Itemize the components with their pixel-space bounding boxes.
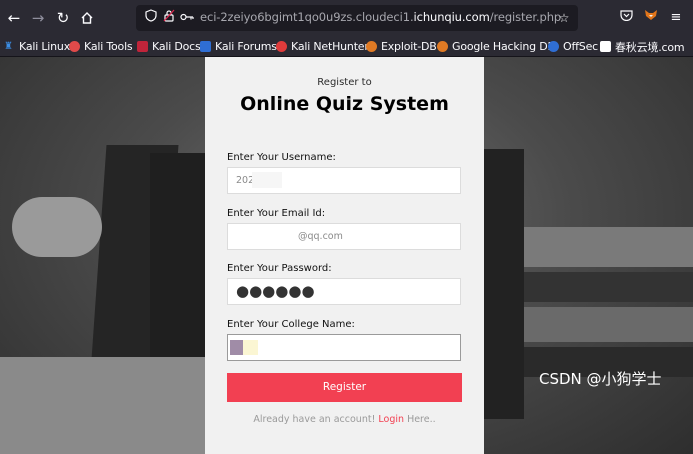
chunqiu-icon [600,41,611,52]
forward-arrow-icon[interactable]: → [27,7,49,29]
exploit-db-icon [366,41,377,52]
csdn-watermark: CSDN @小狗学士 [539,370,662,388]
url-prefix: eci-2zeiyo6bgimt1qo0u9zs.cloudeci1. [200,10,414,24]
redaction-blur [252,172,282,188]
url-path: /register.php [489,10,562,24]
bookmark-label: Kali Tools [84,40,133,53]
bookmark-exploit-db[interactable]: Exploit-DB [366,38,437,55]
table-surface-left [0,357,210,454]
login-prompt-suffix: Here.. [404,414,436,425]
light-patch [12,197,102,257]
bookmark-kali-forums[interactable]: Kali Forums [200,38,277,55]
email-value: @qq.com [298,231,343,242]
email-field[interactable]: @qq.com [227,223,461,250]
register-button[interactable]: Register [227,373,462,402]
bookmark-kali-tools[interactable]: Kali Tools [69,38,133,55]
college-field[interactable] [227,334,461,361]
extension-fox-icon[interactable] [641,8,661,28]
bookmark-label: Exploit-DB [381,40,437,53]
bookmark-label: 春秋云境.com [615,40,685,54]
bookmark-label: Kali NetHunter [291,40,369,53]
bookmark-kali-linux[interactable]: ♜ Kali Linux [4,38,70,55]
book-stack-top [524,227,693,267]
key-icon[interactable] [178,9,196,27]
back-arrow-icon[interactable]: ← [3,7,25,29]
login-prompt-prefix: Already have an account! [253,414,379,425]
pocket-icon[interactable] [616,8,636,28]
bookmark-label: OffSec [563,40,599,53]
college-label: Enter Your College Name: [227,319,355,330]
email-label: Enter Your Email Id: [227,208,326,219]
username-field[interactable]: 202 [227,167,461,194]
ghdb-icon [437,41,448,52]
register-card: Register to Online Quiz System Enter You… [205,57,484,454]
kali-forums-icon [200,41,211,52]
kali-dragon-icon: ♜ [4,41,13,52]
nethunter-icon [276,41,287,52]
page-title: Online Quiz System [240,93,449,115]
bookmarks-toolbar: ♜ Kali Linux Kali Tools Kali Docs Kali Fo… [0,36,693,57]
register-subtitle: Register to [317,77,372,88]
password-label: Enter Your Password: [227,263,332,274]
bookmark-google-hacking-db[interactable]: Google Hacking DB [437,38,555,55]
menu-icon[interactable]: ≡ [666,8,686,28]
home-icon[interactable] [76,7,98,29]
shield-icon[interactable] [142,9,160,27]
url-host: ichunqiu.com [413,10,490,24]
login-prompt: Already have an account! Login Here.. [205,414,484,425]
browser-navbar: ← → ↻ eci-2zeiyo6bgimt1qo0u9zs.cloudeci1… [0,0,693,36]
url-text[interactable]: eci-2zeiyo6bgimt1qo0u9zs.cloudeci1.ichun… [200,10,561,24]
bookmark-chunqiu[interactable]: 春秋云境.com [600,38,685,55]
login-link[interactable]: Login [378,414,404,425]
bookmark-label: Google Hacking DB [452,40,555,53]
page-background: Register to Online Quiz System Enter You… [0,57,693,454]
url-bar[interactable]: eci-2zeiyo6bgimt1qo0u9zs.cloudeci1.ichun… [136,5,578,31]
kali-docs-icon [137,41,148,52]
bookmark-star-icon[interactable]: ☆ [555,9,573,27]
bookmark-label: Kali Linux [19,40,71,53]
bookmark-kali-nethunter[interactable]: Kali NetHunter [276,38,369,55]
lock-icon[interactable] [160,9,178,27]
password-field[interactable]: ●●●●●● [227,278,461,305]
bookmark-kali-docs[interactable]: Kali Docs [137,38,201,55]
bookmark-offsec[interactable]: OffSec [548,38,598,55]
redaction-block [243,340,258,355]
book-stack-lower [524,307,693,342]
book-spine-right [484,149,524,419]
offsec-icon [548,41,559,52]
redaction-blur [229,225,285,248]
reload-icon[interactable]: ↻ [52,7,74,29]
bookmark-label: Kali Docs [152,40,201,53]
kali-tools-icon [69,41,80,52]
bookmark-label: Kali Forums [215,40,277,53]
redaction-block [230,340,243,355]
book-stack-middle [524,272,693,302]
username-label: Enter Your Username: [227,152,336,163]
password-value: ●●●●●● [236,282,315,300]
